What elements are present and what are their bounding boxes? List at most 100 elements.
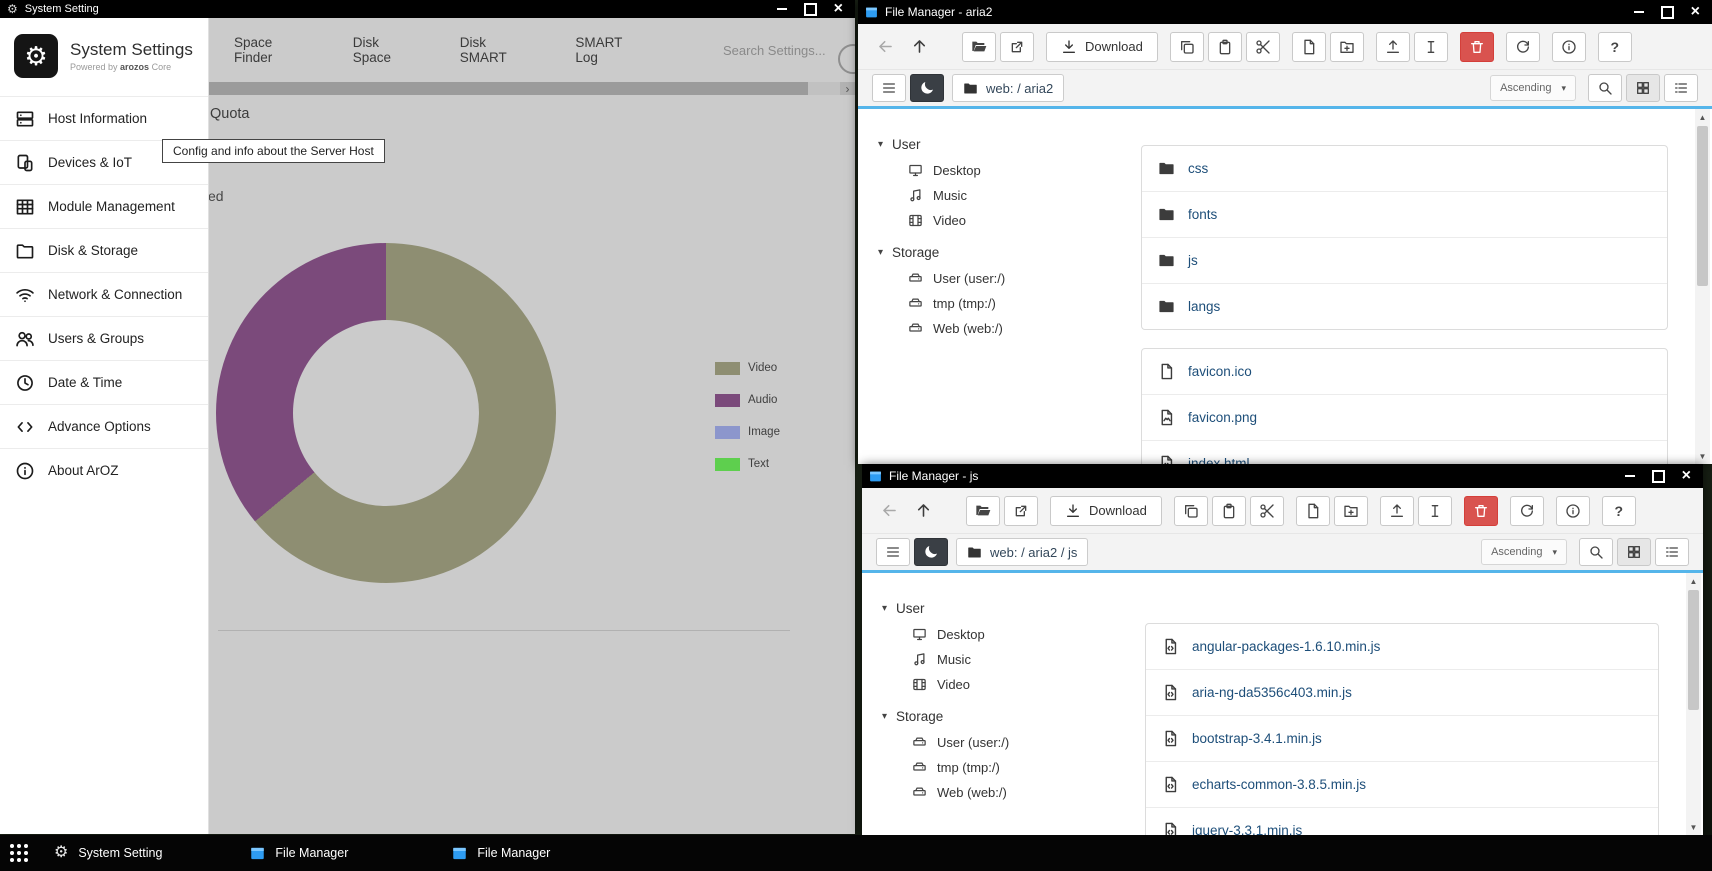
horizontal-scrollbar[interactable]: ›: [208, 82, 855, 95]
new-folder-button[interactable]: [1330, 32, 1364, 62]
tree-item-music[interactable]: Music: [858, 183, 1110, 208]
list-view-button[interactable]: [1664, 74, 1698, 102]
new-file-button[interactable]: [1296, 496, 1330, 526]
scrollbar-thumb[interactable]: [1697, 126, 1708, 286]
paste-button[interactable]: [1212, 496, 1246, 526]
file-row-js[interactable]: js: [1142, 238, 1667, 284]
tree-item-tmp-drive[interactable]: tmp (tmp:/): [858, 291, 1110, 316]
file-row-bootstrap[interactable]: bootstrap-3.4.1.min.js: [1146, 716, 1658, 762]
rename-button[interactable]: [1414, 32, 1448, 62]
sort-order-select[interactable]: Ascending ▾: [1490, 75, 1576, 101]
breadcrumb[interactable]: web: / aria2: [952, 74, 1064, 102]
open-button[interactable]: [966, 496, 1000, 526]
tree-section-storage[interactable]: ▾Storage: [862, 703, 1114, 730]
minimize-button[interactable]: [777, 8, 787, 10]
new-file-button[interactable]: [1292, 32, 1326, 62]
tab-disk-space[interactable]: Disk Space: [353, 35, 420, 65]
rename-button[interactable]: [1418, 496, 1452, 526]
scroll-down-arrow[interactable]: ▼: [1686, 820, 1701, 834]
paste-button[interactable]: [1208, 32, 1242, 62]
theme-toggle-button[interactable]: [910, 74, 944, 102]
open-button[interactable]: [962, 32, 996, 62]
tree-item-web-drive[interactable]: Web (web:/): [862, 780, 1114, 805]
sort-order-select[interactable]: Ascending ▾: [1481, 539, 1567, 565]
search-button[interactable]: [1588, 74, 1622, 102]
taskbar-item-file-manager-1[interactable]: File Manager: [250, 846, 348, 861]
tree-item-video[interactable]: Video: [862, 672, 1114, 697]
vertical-scrollbar[interactable]: ▲ ▼: [1686, 573, 1701, 835]
sidebar-item-advance-options[interactable]: Advance Options: [0, 404, 208, 448]
tab-disk-smart[interactable]: Disk SMART: [460, 35, 536, 65]
tree-section-storage[interactable]: ▾Storage: [858, 239, 1110, 266]
tree-item-desktop[interactable]: Desktop: [858, 158, 1110, 183]
new-folder-button[interactable]: [1334, 496, 1368, 526]
tree-section-user[interactable]: ▾User: [862, 595, 1114, 622]
refresh-button[interactable]: [1510, 496, 1544, 526]
copy-button[interactable]: [1170, 32, 1204, 62]
maximize-button[interactable]: [804, 3, 817, 16]
tree-item-tmp-drive[interactable]: tmp (tmp:/): [862, 755, 1114, 780]
grid-view-button[interactable]: [1626, 74, 1660, 102]
file-row-aria-ng[interactable]: aria-ng-da5356c403.min.js: [1146, 670, 1658, 716]
file-row-jquery[interactable]: jquery-3.3.1.min.js: [1146, 808, 1658, 835]
minimize-button[interactable]: [1625, 475, 1635, 477]
copy-button[interactable]: [1174, 496, 1208, 526]
upload-button[interactable]: [1376, 32, 1410, 62]
tree-section-user[interactable]: ▾User: [858, 131, 1110, 158]
sidebar-item-users-groups[interactable]: Users & Groups: [0, 316, 208, 360]
up-button[interactable]: [906, 34, 932, 60]
breadcrumb[interactable]: web: / aria2 / js: [956, 538, 1088, 566]
sidebar-item-disk-storage[interactable]: Disk & Storage: [0, 228, 208, 272]
menu-button[interactable]: [872, 74, 906, 102]
taskbar-item-system-setting[interactable]: ⚙ System Setting: [54, 845, 162, 861]
fm2-titlebar[interactable]: File Manager - js ×: [862, 464, 1703, 488]
close-button[interactable]: ×: [834, 1, 843, 17]
download-button[interactable]: Download: [1046, 32, 1158, 62]
refresh-button[interactable]: [1506, 32, 1540, 62]
minimize-button[interactable]: [1634, 11, 1644, 13]
help-button[interactable]: ?: [1602, 496, 1636, 526]
vertical-scrollbar[interactable]: ▲ ▼: [1695, 109, 1710, 464]
help-button[interactable]: ?: [1598, 32, 1632, 62]
sidebar-item-date-time[interactable]: Date & Time: [0, 360, 208, 404]
tree-item-music[interactable]: Music: [862, 647, 1114, 672]
search-button[interactable]: [1579, 538, 1613, 566]
tab-smart-log[interactable]: SMART Log: [575, 35, 647, 65]
properties-button[interactable]: [1552, 32, 1586, 62]
file-row-favicon-ico[interactable]: favicon.ico: [1142, 349, 1667, 395]
properties-button[interactable]: [1556, 496, 1590, 526]
tree-item-web-drive[interactable]: Web (web:/): [858, 316, 1110, 341]
scroll-up-arrow[interactable]: ▲: [1686, 574, 1701, 588]
theme-toggle-button[interactable]: [914, 538, 948, 566]
tree-item-user-drive[interactable]: User (user:/): [858, 266, 1110, 291]
scroll-up-arrow[interactable]: ▲: [1695, 110, 1710, 124]
maximize-button[interactable]: [1661, 6, 1674, 19]
delete-button[interactable]: [1460, 32, 1494, 62]
file-row-echarts[interactable]: echarts-common-3.8.5.min.js: [1146, 762, 1658, 808]
up-button[interactable]: [910, 498, 936, 524]
back-button[interactable]: [876, 498, 902, 524]
cut-button[interactable]: [1246, 32, 1280, 62]
tab-space-finder[interactable]: Space Finder: [234, 35, 313, 65]
grid-view-button[interactable]: [1617, 538, 1651, 566]
file-row-css[interactable]: css: [1142, 146, 1667, 192]
sidebar-item-module-management[interactable]: Module Management: [0, 184, 208, 228]
menu-button[interactable]: [876, 538, 910, 566]
sidebar-item-host-information[interactable]: Host Information: [0, 96, 208, 140]
close-button[interactable]: ×: [1682, 468, 1691, 484]
cut-button[interactable]: [1250, 496, 1284, 526]
delete-button[interactable]: [1464, 496, 1498, 526]
file-row-index-html[interactable]: index.html: [1142, 441, 1667, 464]
settings-search-input[interactable]: [721, 42, 855, 59]
tree-item-desktop[interactable]: Desktop: [862, 622, 1114, 647]
fm1-titlebar[interactable]: File Manager - aria2 ×: [858, 0, 1712, 24]
download-button[interactable]: Download: [1050, 496, 1162, 526]
open-new-window-button[interactable]: [1000, 32, 1034, 62]
tree-item-video[interactable]: Video: [858, 208, 1110, 233]
file-row-angular[interactable]: angular-packages-1.6.10.min.js: [1146, 624, 1658, 670]
app-launcher-icon[interactable]: [10, 844, 28, 862]
sidebar-item-about-aroz[interactable]: About ArOZ: [0, 448, 208, 492]
scroll-right-arrow[interactable]: ›: [840, 82, 855, 95]
maximize-button[interactable]: [1652, 470, 1665, 483]
sidebar-item-network-connection[interactable]: Network & Connection: [0, 272, 208, 316]
